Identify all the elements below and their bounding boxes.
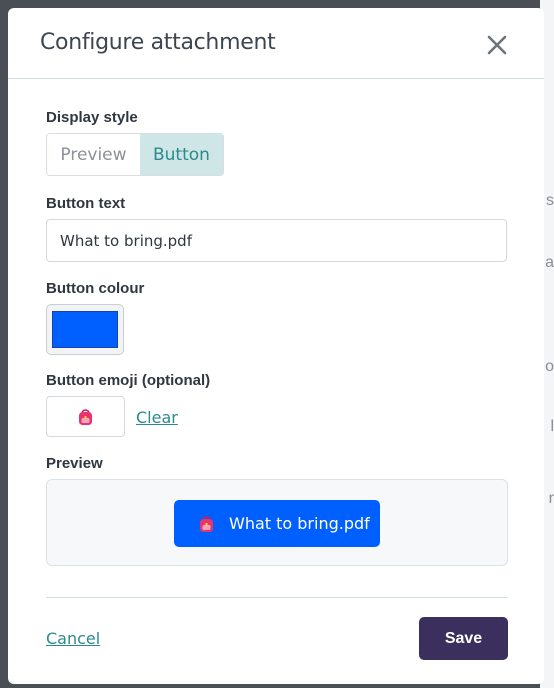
backpack-icon [200,515,213,532]
save-button[interactable]: Save [419,617,508,660]
button-text-input[interactable] [46,219,507,262]
background-text: r [548,490,554,507]
button-text-label: Button text [46,195,126,212]
dialog-header: Configure attachment [8,8,544,79]
display-style-option-preview[interactable]: Preview [47,134,140,175]
close-icon [487,35,507,55]
configure-attachment-dialog: Configure attachment Display style Previ… [8,8,544,684]
emoji-picker-button[interactable] [46,396,125,437]
preview-attachment-button[interactable]: What to bring.pdf [174,500,380,547]
preview-label: Preview [46,455,103,472]
background-text: s [546,192,554,209]
close-button[interactable] [486,34,508,56]
clear-emoji-link[interactable]: Clear [136,408,178,427]
background-text: o [545,358,554,375]
button-colour-label: Button colour [46,280,145,297]
background-text: a [545,254,554,271]
button-emoji-label: Button emoji (optional) [46,372,211,389]
preview-area: What to bring.pdf [46,479,508,566]
display-style-option-button[interactable]: Button [139,134,223,175]
button-colour-picker[interactable] [46,304,124,355]
cancel-link[interactable]: Cancel [46,629,100,648]
display-style-label: Display style [46,109,138,126]
preview-button-text: What to bring.pdf [229,514,370,533]
dialog-title: Configure attachment [40,30,276,55]
backpack-icon [79,408,92,425]
background-text: l [550,418,554,435]
colour-swatch [52,311,118,348]
footer-divider [46,597,508,598]
display-style-toggle: Preview Button [46,133,224,176]
